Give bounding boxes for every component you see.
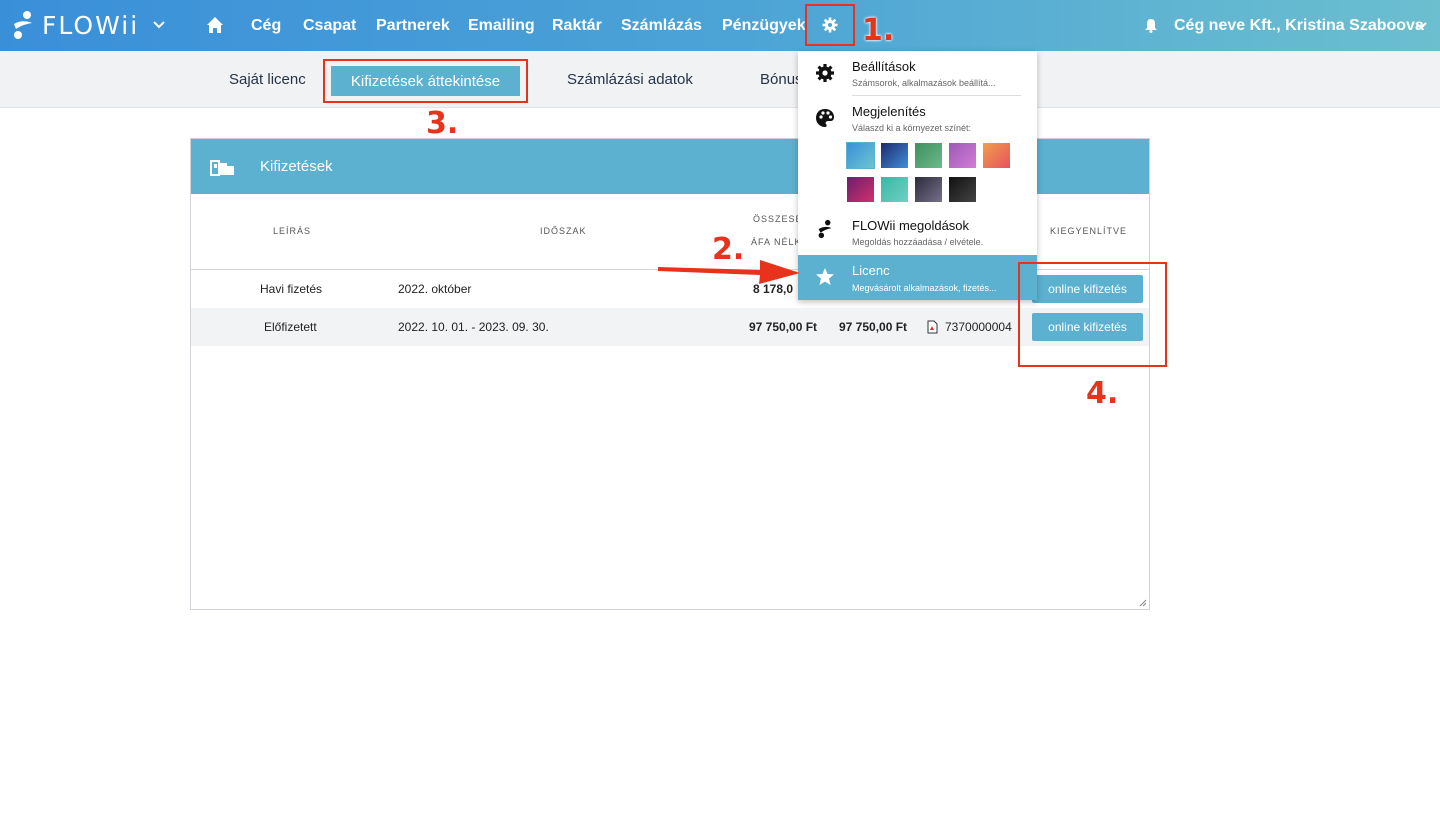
tab-szamlazasi-adatok[interactable]: Számlázási adatok — [567, 51, 693, 108]
tab-sajat-licenc[interactable]: Saját licenc — [229, 51, 306, 108]
menu-item-title: Beállítások — [852, 59, 916, 74]
column-header-afa-nelkul: ÁFA NÉLK — [751, 237, 802, 247]
menu-item-title: Megjelenítés — [852, 104, 926, 119]
nav-szamlazas[interactable]: Számlázás — [621, 0, 702, 51]
logo-text: FLOWii — [42, 10, 140, 40]
row-brutto: 97 750,00 Ft — [839, 320, 908, 334]
bell-icon[interactable] — [1144, 18, 1158, 33]
invoice-number-link[interactable]: 7370000004 — [945, 308, 1012, 346]
nav-penzugyek[interactable]: Pénzügyek — [722, 0, 806, 51]
flowii-logo-icon — [14, 11, 32, 39]
row-leiras: Havi fizetés — [260, 282, 323, 296]
menu-item-flowii-megoldasok[interactable]: FLOWii megoldások Megoldás hozzáadása / … — [798, 209, 1037, 255]
column-header-idoszak: IDŐSZAK — [540, 226, 587, 236]
resize-handle-icon[interactable] — [1139, 599, 1147, 607]
theme-color-swatch[interactable] — [846, 142, 875, 169]
menu-item-title: Licenc — [852, 263, 890, 278]
theme-color-swatch[interactable] — [915, 143, 942, 168]
theme-color-swatch[interactable] — [949, 177, 976, 202]
menu-item-beallitasok[interactable]: Beállítások Számsorok, alkalmazások beál… — [798, 51, 1037, 96]
top-navigation-bar: FLOWii Cég Csapat Partnerek Emailing Rak… — [0, 0, 1440, 51]
theme-color-swatch[interactable] — [847, 177, 874, 202]
settings-button[interactable] — [805, 4, 855, 46]
home-icon[interactable] — [206, 16, 224, 34]
theme-color-swatch[interactable] — [983, 143, 1010, 168]
annotation-step-3: 3. — [426, 106, 459, 141]
theme-color-swatch[interactable] — [949, 143, 976, 168]
row-idoszak: 2022. október — [398, 282, 472, 296]
card-title: Kifizetések — [260, 158, 333, 175]
annotation-arrow-icon — [658, 260, 800, 284]
tab-kifizetesek-attekintese[interactable]: Kifizetések áttekintése — [331, 66, 520, 96]
nav-csapat[interactable]: Csapat — [303, 0, 356, 51]
menu-item-licenc[interactable]: Licenc Megvásárolt alkalmazások, fizetés… — [798, 255, 1037, 300]
gear-icon — [816, 64, 834, 82]
menu-item-megjelenites: Megjelenítés Válaszd ki a környezet szín… — [798, 96, 1037, 209]
sub-navigation: Saját licenc Kifizetések áttekintése Szá… — [0, 51, 1440, 108]
palette-icon — [816, 109, 834, 127]
table-row: Előfizetett 2022. 10. 01. - 2023. 09. 30… — [191, 308, 1149, 346]
nav-emailing[interactable]: Emailing — [468, 0, 535, 51]
nav-raktar[interactable]: Raktár — [552, 0, 602, 51]
menu-item-subtitle: Megvásárolt alkalmazások, fizetés... — [852, 283, 997, 293]
theme-color-swatch[interactable] — [915, 177, 942, 202]
annotation-step-1: 1. — [862, 13, 895, 48]
annotation-step-4: 4. — [1086, 376, 1119, 411]
annotation-highlight-box — [1018, 262, 1167, 367]
nav-ceg[interactable]: Cég — [251, 0, 281, 51]
row-netto: 97 750,00 Ft — [749, 320, 818, 334]
flowii-logo[interactable]: FLOWii — [10, 8, 139, 42]
nav-partnerek[interactable]: Partnerek — [376, 0, 450, 51]
row-idoszak: 2022. 10. 01. - 2023. 09. 30. — [398, 320, 549, 334]
tab-bonus[interactable]: Bónus — [760, 51, 803, 108]
column-header-osszeg: ÖSSZESE — [753, 214, 803, 224]
pdf-file-icon[interactable] — [927, 320, 938, 334]
menu-item-title: FLOWii megoldások — [852, 218, 970, 233]
gear-icon — [822, 17, 838, 33]
menu-item-subtitle: Számsorok, alkalmazások beállítá... — [852, 78, 996, 88]
chevron-down-icon[interactable] — [1414, 18, 1428, 32]
tab-kifizetesek-highlight: Kifizetések áttekintése — [323, 59, 528, 103]
theme-color-swatch[interactable] — [881, 177, 908, 202]
row-leiras: Előfizetett — [264, 320, 317, 334]
payments-icon — [210, 160, 234, 176]
column-header-leiras: LEÍRÁS — [273, 226, 312, 236]
menu-item-subtitle: Válaszd ki a környezet színét: — [852, 123, 972, 133]
star-icon — [816, 268, 834, 285]
theme-color-swatch[interactable] — [881, 143, 908, 168]
menu-item-subtitle: Megoldás hozzáadása / elvétele. — [852, 237, 984, 247]
column-header-kiegyenlitve: KIEGYENLÍTVE — [1050, 226, 1128, 236]
chevron-down-icon[interactable] — [152, 17, 166, 31]
settings-dropdown-menu: Beállítások Számsorok, alkalmazások beál… — [798, 51, 1037, 300]
company-user-menu[interactable]: Cég neve Kft., Kristina Szaboova — [1174, 0, 1424, 51]
flowii-solutions-icon — [818, 219, 832, 239]
